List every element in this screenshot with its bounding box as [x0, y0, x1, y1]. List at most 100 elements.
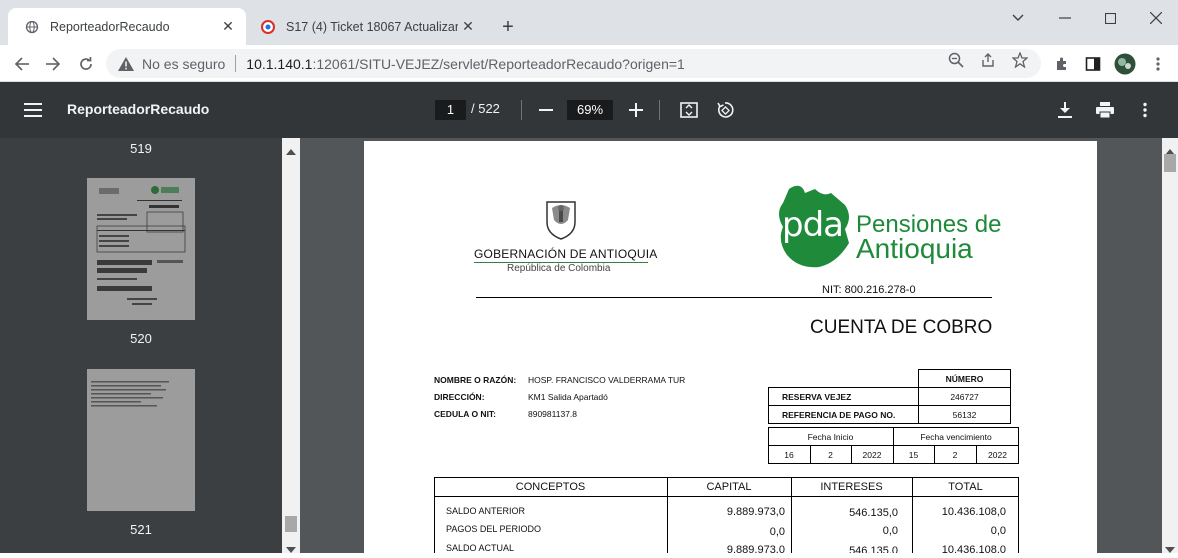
table-header-intereses: INTERESES [820, 481, 883, 493]
download-icon[interactable] [1053, 98, 1077, 122]
gov-title: GOBERNACIÓN DE ANTIOQUIA [474, 247, 658, 261]
maximize-icon[interactable] [1099, 9, 1121, 27]
zoom-out-icon[interactable] [534, 98, 558, 122]
main-scrollbar[interactable] [1162, 138, 1178, 553]
more-menu-icon[interactable] [1146, 52, 1170, 76]
bookmark-star-icon[interactable] [1011, 51, 1029, 69]
table-header-rule [434, 496, 1019, 497]
menu-icon[interactable] [21, 98, 45, 122]
numero-header-cell: NÚMERO [918, 369, 1011, 388]
extensions-icon[interactable] [1050, 52, 1074, 76]
thumbnail-page[interactable] [87, 369, 195, 511]
row-intereses: 0,0 [882, 525, 898, 537]
tab-title: S17 (4) Ticket 18067 Actualizar p [286, 19, 458, 34]
globe-icon [24, 19, 40, 35]
scroll-down-icon[interactable] [286, 540, 296, 558]
close-tab-icon[interactable]: ✕ [458, 17, 478, 37]
document-heading: CUENTA DE COBRO [810, 317, 993, 338]
share-icon[interactable] [979, 51, 997, 69]
more-options-icon[interactable] [1133, 98, 1157, 122]
pdf-title: ReporteadorRecaudo [67, 101, 210, 117]
scroll-down-icon[interactable] [1165, 540, 1175, 558]
fecha-inicio-year: 2022 [862, 450, 882, 460]
sidebar-scrollbar[interactable] [282, 138, 300, 553]
name-label: NOMBRE O RAZÓN: [434, 375, 517, 385]
coat-of-arms-icon [544, 198, 578, 245]
profile-avatar[interactable] [1113, 52, 1137, 76]
pda-mark: pda [782, 205, 844, 245]
omnibox-divider [235, 55, 237, 72]
thumbnail-label: 520 [130, 331, 152, 346]
back-icon[interactable] [10, 52, 34, 76]
reserva-value: 246727 [950, 392, 979, 402]
row-intereses: 546.135,0 [849, 507, 898, 519]
fecha-venc-year: 2022 [988, 450, 1007, 460]
thumbnail-page[interactable] [87, 178, 195, 320]
numero-header: NÚMERO [945, 374, 984, 384]
close-tab-icon[interactable]: ✕ [218, 17, 238, 37]
thumbnail-label: 519 [130, 141, 152, 156]
row-capital: 0,0 [769, 526, 785, 538]
divider [521, 100, 522, 120]
rotate-icon[interactable] [713, 98, 737, 122]
zoom-level-input[interactable]: 69% [567, 100, 613, 120]
ticket-app-icon [260, 19, 276, 35]
tab-reporteador[interactable]: ReporteadorRecaudo ✕ [8, 8, 246, 45]
id-value: 890981137.8 [528, 409, 578, 419]
address-label: DIRECCIÓN: [434, 392, 485, 402]
name-value: HOSP. FRANCISCO VALDERRAMA TUR [528, 375, 686, 385]
page-count: / 522 [471, 101, 500, 116]
page-number-input[interactable]: 1 [435, 100, 466, 120]
tab-ticket[interactable]: S17 (4) Ticket 18067 Actualizar p ✕ [248, 8, 486, 45]
row-total: 10.436.108,0 [941, 544, 1006, 553]
scroll-up-icon[interactable] [286, 142, 296, 160]
zoom-in-icon[interactable] [624, 98, 648, 122]
thumbnail-sidebar: 519 520 521 [0, 138, 300, 553]
fit-page-icon[interactable] [677, 98, 701, 122]
forward-icon[interactable] [41, 52, 65, 76]
reference-divider [768, 405, 1011, 406]
row-total: 0,0 [990, 525, 1006, 537]
row-total: 10.436.108,0 [941, 506, 1006, 518]
tab-title: ReporteadorRecaudo [50, 19, 170, 34]
fecha-inicio-day: 16 [784, 450, 794, 460]
id-label: CEDULA O NIT: [434, 409, 497, 419]
fecha-vencimiento-label: Fecha vencimiento [920, 432, 992, 442]
address-bar[interactable]: No es seguro 10.1.140.1 :12061/SITU-VEJE… [106, 49, 1041, 78]
thumbnail-label: 521 [130, 522, 152, 537]
security-label[interactable]: No es seguro [142, 56, 225, 72]
minimize-icon[interactable] [1054, 9, 1076, 27]
fecha-venc-day: 15 [908, 450, 919, 460]
referencia-label: REFERENCIA DE PAGO NO. [782, 410, 896, 420]
close-window-icon[interactable] [1145, 9, 1167, 27]
referencia-value: 56132 [952, 410, 977, 420]
pdf-page: GOBERNACIÓN DE ANTIOQUIA República de Co… [364, 141, 1097, 553]
document-viewport[interactable]: GOBERNACIÓN DE ANTIOQUIA República de Co… [300, 138, 1162, 553]
zoom-icon[interactable] [947, 51, 965, 69]
url-path: :12061/SITU-VEJEZ/servlet/ReporteadorRec… [312, 55, 685, 72]
print-icon[interactable] [1093, 98, 1117, 122]
reload-icon[interactable] [74, 52, 98, 76]
row-concepto: SALDO ANTERIOR [446, 506, 526, 516]
warning-icon[interactable] [118, 56, 134, 71]
pda-text-line2: Antioquia [856, 233, 973, 264]
row-capital: 9.889.973,0 [726, 506, 785, 518]
fecha-venc-month: 2 [952, 450, 958, 460]
pdf-toolbar: ReporteadorRecaudo 1 / 522 69% [0, 82, 1178, 138]
fecha-inicio-label: Fecha Inicio [807, 432, 854, 442]
url-host: 10.1.140.1 [246, 55, 313, 72]
new-tab-icon[interactable]: + [497, 17, 519, 39]
tab-strip: ReporteadorRecaudo ✕ S17 (4) Ticket 1806… [0, 0, 1178, 45]
tab-search-icon[interactable] [1007, 9, 1029, 27]
address-value: KM1 Salida Apartadó [528, 392, 608, 402]
nit-label: NIT: 800.216.278-0 [822, 284, 916, 296]
reserva-label: RESERVA VEJEZ [782, 392, 852, 402]
main-scroll-thumb[interactable] [1164, 154, 1176, 172]
table-header-conceptos: CONCEPTOS [515, 481, 586, 493]
header-rule [476, 297, 992, 298]
browser-toolbar: No es seguro 10.1.140.1 :12061/SITU-VEJE… [0, 45, 1178, 82]
row-concepto: PAGOS DEL PERIODO [446, 524, 542, 534]
table-header-capital: CAPITAL [706, 481, 752, 493]
sidebar-scroll-thumb[interactable] [285, 516, 297, 532]
side-panel-icon[interactable] [1081, 52, 1105, 76]
